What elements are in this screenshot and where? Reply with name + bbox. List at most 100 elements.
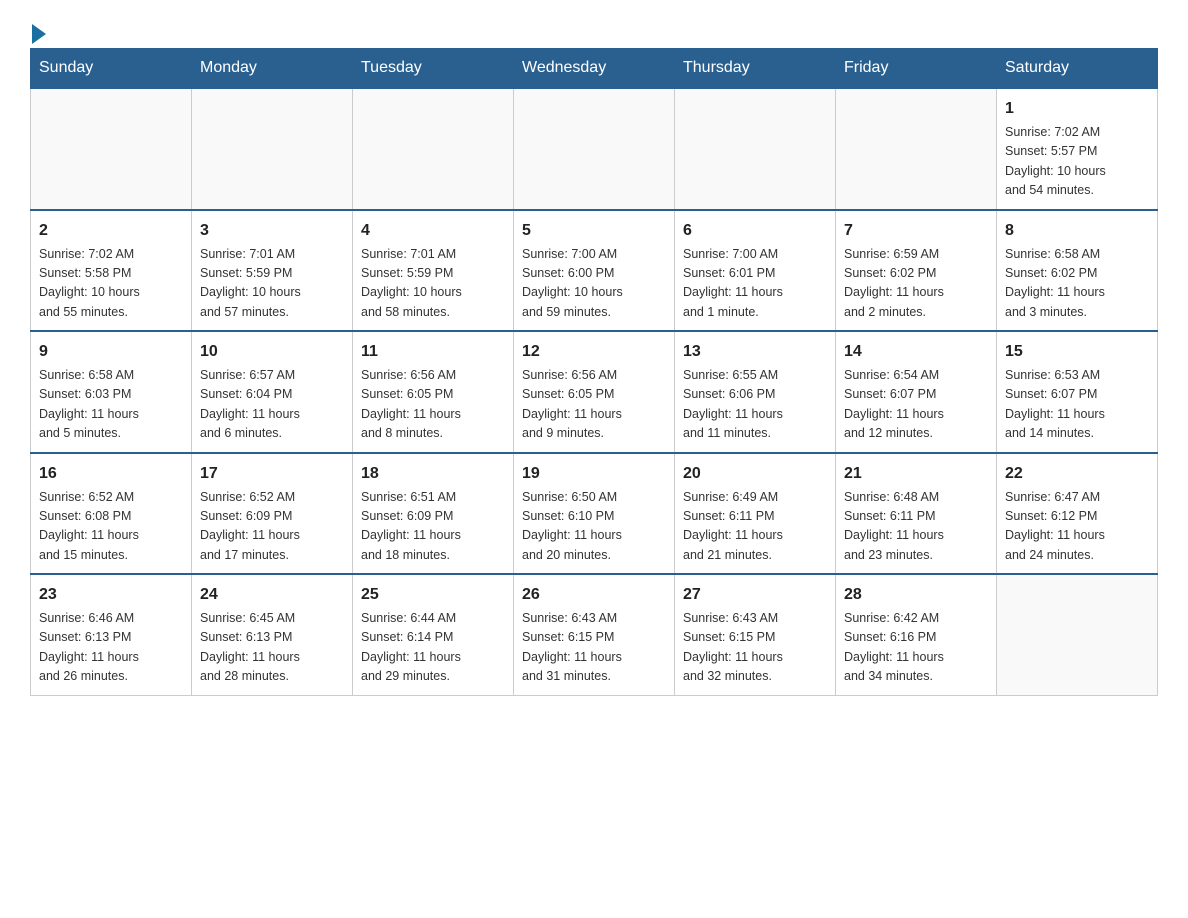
day-number: 1 [1005,97,1149,121]
weekday-header-saturday: Saturday [997,49,1158,89]
calendar-cell: 21Sunrise: 6:48 AMSunset: 6:11 PMDayligh… [836,453,997,575]
calendar-cell [514,88,675,210]
day-info: Sunrise: 6:45 AMSunset: 6:13 PMDaylight:… [200,609,344,687]
day-number: 25 [361,583,505,607]
day-number: 8 [1005,219,1149,243]
day-number: 27 [683,583,827,607]
calendar-cell [675,88,836,210]
day-number: 14 [844,340,988,364]
calendar-cell: 7Sunrise: 6:59 AMSunset: 6:02 PMDaylight… [836,210,997,332]
calendar-cell [997,574,1158,695]
day-info: Sunrise: 6:43 AMSunset: 6:15 PMDaylight:… [522,609,666,687]
calendar-cell: 6Sunrise: 7:00 AMSunset: 6:01 PMDaylight… [675,210,836,332]
day-info: Sunrise: 6:58 AMSunset: 6:02 PMDaylight:… [1005,245,1149,323]
day-number: 3 [200,219,344,243]
calendar-cell: 25Sunrise: 6:44 AMSunset: 6:14 PMDayligh… [353,574,514,695]
day-number: 18 [361,462,505,486]
weekday-header-sunday: Sunday [31,49,192,89]
day-info: Sunrise: 6:54 AMSunset: 6:07 PMDaylight:… [844,366,988,444]
day-info: Sunrise: 7:02 AMSunset: 5:58 PMDaylight:… [39,245,183,323]
calendar-cell [836,88,997,210]
day-number: 13 [683,340,827,364]
day-info: Sunrise: 6:52 AMSunset: 6:08 PMDaylight:… [39,488,183,566]
calendar-cell: 17Sunrise: 6:52 AMSunset: 6:09 PMDayligh… [192,453,353,575]
day-info: Sunrise: 7:00 AMSunset: 6:00 PMDaylight:… [522,245,666,323]
day-info: Sunrise: 7:02 AMSunset: 5:57 PMDaylight:… [1005,123,1149,201]
day-info: Sunrise: 6:57 AMSunset: 6:04 PMDaylight:… [200,366,344,444]
day-info: Sunrise: 6:50 AMSunset: 6:10 PMDaylight:… [522,488,666,566]
day-info: Sunrise: 7:00 AMSunset: 6:01 PMDaylight:… [683,245,827,323]
day-number: 23 [39,583,183,607]
calendar-week-2: 2Sunrise: 7:02 AMSunset: 5:58 PMDaylight… [31,210,1158,332]
day-number: 26 [522,583,666,607]
day-number: 16 [39,462,183,486]
day-info: Sunrise: 6:58 AMSunset: 6:03 PMDaylight:… [39,366,183,444]
calendar-week-1: 1Sunrise: 7:02 AMSunset: 5:57 PMDaylight… [31,88,1158,210]
day-number: 24 [200,583,344,607]
calendar-cell: 28Sunrise: 6:42 AMSunset: 6:16 PMDayligh… [836,574,997,695]
calendar-week-4: 16Sunrise: 6:52 AMSunset: 6:08 PMDayligh… [31,453,1158,575]
weekday-header-tuesday: Tuesday [353,49,514,89]
day-number: 19 [522,462,666,486]
calendar-cell [353,88,514,210]
calendar-cell: 11Sunrise: 6:56 AMSunset: 6:05 PMDayligh… [353,331,514,453]
day-info: Sunrise: 6:46 AMSunset: 6:13 PMDaylight:… [39,609,183,687]
calendar-cell: 20Sunrise: 6:49 AMSunset: 6:11 PMDayligh… [675,453,836,575]
day-info: Sunrise: 6:43 AMSunset: 6:15 PMDaylight:… [683,609,827,687]
calendar-week-5: 23Sunrise: 6:46 AMSunset: 6:13 PMDayligh… [31,574,1158,695]
day-number: 11 [361,340,505,364]
calendar-cell: 4Sunrise: 7:01 AMSunset: 5:59 PMDaylight… [353,210,514,332]
page-header [30,20,1158,38]
calendar-cell: 15Sunrise: 6:53 AMSunset: 6:07 PMDayligh… [997,331,1158,453]
day-info: Sunrise: 6:51 AMSunset: 6:09 PMDaylight:… [361,488,505,566]
weekday-header-monday: Monday [192,49,353,89]
day-number: 9 [39,340,183,364]
calendar-cell: 22Sunrise: 6:47 AMSunset: 6:12 PMDayligh… [997,453,1158,575]
day-number: 7 [844,219,988,243]
day-info: Sunrise: 6:48 AMSunset: 6:11 PMDaylight:… [844,488,988,566]
day-number: 15 [1005,340,1149,364]
calendar-cell: 9Sunrise: 6:58 AMSunset: 6:03 PMDaylight… [31,331,192,453]
day-info: Sunrise: 6:49 AMSunset: 6:11 PMDaylight:… [683,488,827,566]
calendar-cell: 10Sunrise: 6:57 AMSunset: 6:04 PMDayligh… [192,331,353,453]
day-info: Sunrise: 6:55 AMSunset: 6:06 PMDaylight:… [683,366,827,444]
logo-arrow-icon [32,24,46,44]
calendar-cell: 18Sunrise: 6:51 AMSunset: 6:09 PMDayligh… [353,453,514,575]
calendar-cell [192,88,353,210]
day-info: Sunrise: 7:01 AMSunset: 5:59 PMDaylight:… [200,245,344,323]
calendar-cell: 24Sunrise: 6:45 AMSunset: 6:13 PMDayligh… [192,574,353,695]
day-info: Sunrise: 6:53 AMSunset: 6:07 PMDaylight:… [1005,366,1149,444]
calendar-cell: 1Sunrise: 7:02 AMSunset: 5:57 PMDaylight… [997,88,1158,210]
calendar-cell: 2Sunrise: 7:02 AMSunset: 5:58 PMDaylight… [31,210,192,332]
day-number: 2 [39,219,183,243]
weekday-header-wednesday: Wednesday [514,49,675,89]
calendar-cell: 13Sunrise: 6:55 AMSunset: 6:06 PMDayligh… [675,331,836,453]
calendar-cell: 23Sunrise: 6:46 AMSunset: 6:13 PMDayligh… [31,574,192,695]
calendar-header-row: SundayMondayTuesdayWednesdayThursdayFrid… [31,49,1158,89]
calendar-cell: 12Sunrise: 6:56 AMSunset: 6:05 PMDayligh… [514,331,675,453]
day-number: 12 [522,340,666,364]
calendar-cell: 19Sunrise: 6:50 AMSunset: 6:10 PMDayligh… [514,453,675,575]
calendar-cell: 16Sunrise: 6:52 AMSunset: 6:08 PMDayligh… [31,453,192,575]
calendar-week-3: 9Sunrise: 6:58 AMSunset: 6:03 PMDaylight… [31,331,1158,453]
calendar-cell: 27Sunrise: 6:43 AMSunset: 6:15 PMDayligh… [675,574,836,695]
logo [30,20,46,38]
day-number: 4 [361,219,505,243]
calendar-cell: 14Sunrise: 6:54 AMSunset: 6:07 PMDayligh… [836,331,997,453]
calendar-cell: 3Sunrise: 7:01 AMSunset: 5:59 PMDaylight… [192,210,353,332]
day-number: 5 [522,219,666,243]
day-info: Sunrise: 7:01 AMSunset: 5:59 PMDaylight:… [361,245,505,323]
calendar-cell: 5Sunrise: 7:00 AMSunset: 6:00 PMDaylight… [514,210,675,332]
weekday-header-friday: Friday [836,49,997,89]
day-info: Sunrise: 6:44 AMSunset: 6:14 PMDaylight:… [361,609,505,687]
day-number: 21 [844,462,988,486]
day-number: 22 [1005,462,1149,486]
day-number: 10 [200,340,344,364]
day-info: Sunrise: 6:52 AMSunset: 6:09 PMDaylight:… [200,488,344,566]
day-number: 20 [683,462,827,486]
day-info: Sunrise: 6:42 AMSunset: 6:16 PMDaylight:… [844,609,988,687]
calendar-cell: 8Sunrise: 6:58 AMSunset: 6:02 PMDaylight… [997,210,1158,332]
day-info: Sunrise: 6:56 AMSunset: 6:05 PMDaylight:… [522,366,666,444]
day-number: 28 [844,583,988,607]
calendar-table: SundayMondayTuesdayWednesdayThursdayFrid… [30,48,1158,696]
